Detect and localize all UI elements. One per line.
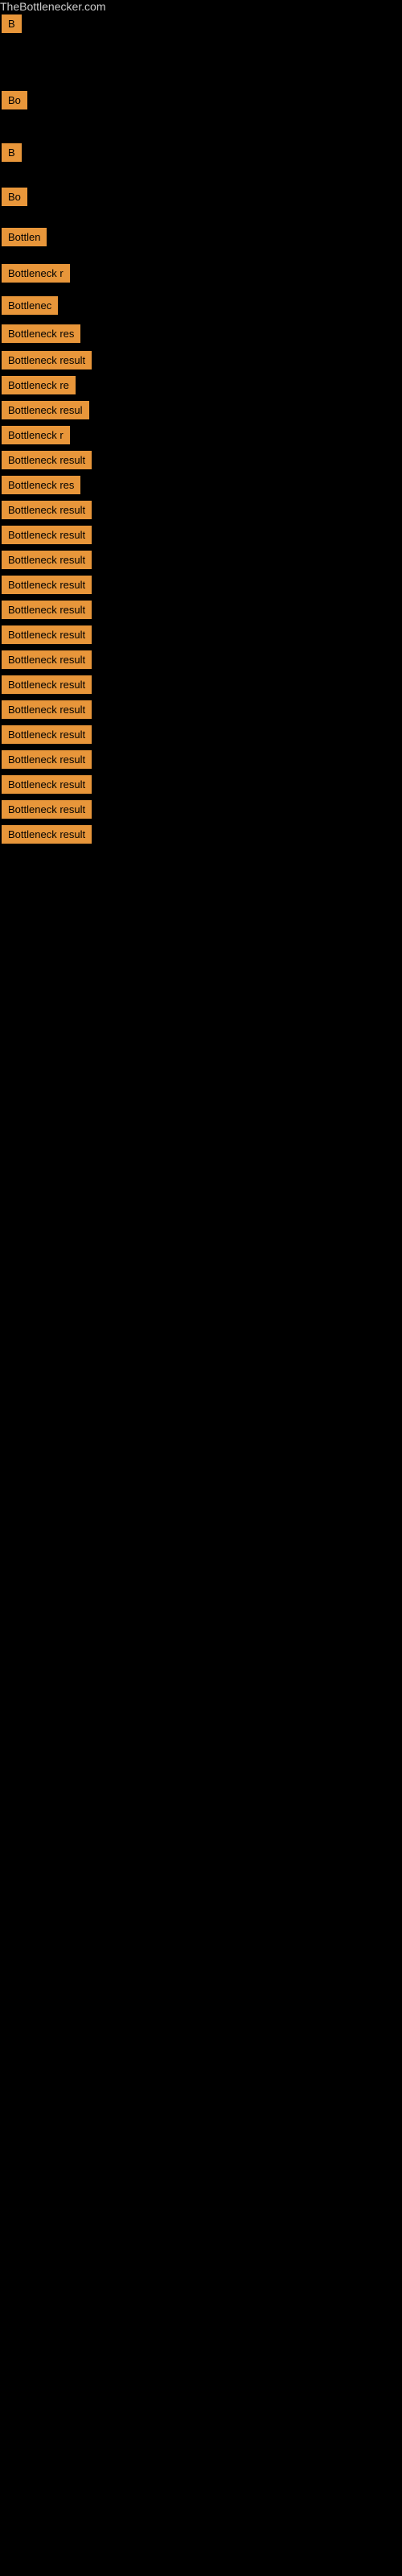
bottleneck-row-17: Bottleneck result xyxy=(0,501,402,521)
bottleneck-row-18: Bottleneck result xyxy=(0,526,402,546)
bottleneck-row-26: Bottleneck result xyxy=(0,725,402,745)
bottleneck-row-25: Bottleneck result xyxy=(0,700,402,720)
bottleneck-row-15: Bottleneck result xyxy=(0,451,402,471)
bottleneck-label-26: Bottleneck result xyxy=(2,725,92,744)
bottleneck-label-13: Bottleneck resul xyxy=(2,401,89,419)
bottleneck-row-24: Bottleneck result xyxy=(0,675,402,696)
bottleneck-row-20: Bottleneck result xyxy=(0,576,402,596)
bottleneck-label-4: Bo xyxy=(2,91,27,109)
bottleneck-label-9: Bottlenec xyxy=(2,296,58,315)
bottleneck-row-30: Bottleneck result xyxy=(0,825,402,845)
bottleneck-row-10: Bottleneck res xyxy=(0,324,402,345)
bottleneck-row-16: Bottleneck res xyxy=(0,476,402,496)
bottleneck-row-14: Bottleneck r xyxy=(0,426,402,446)
bottleneck-row-8: Bottleneck r xyxy=(0,264,402,284)
bottleneck-label-27: Bottleneck result xyxy=(2,750,92,769)
bottleneck-row-19: Bottleneck result xyxy=(0,551,402,571)
bottleneck-label-25: Bottleneck result xyxy=(2,700,92,719)
bottleneck-label-23: Bottleneck result xyxy=(2,650,92,669)
bottleneck-row-13: Bottleneck resul xyxy=(0,401,402,421)
bottleneck-label-11: Bottleneck result xyxy=(2,351,92,369)
bottleneck-row-27: Bottleneck result xyxy=(0,750,402,770)
bottleneck-label-16: Bottleneck res xyxy=(2,476,80,494)
bottleneck-row-9: Bottlenec xyxy=(0,296,402,316)
bottleneck-label-3: B xyxy=(2,14,22,33)
bottleneck-label-7: Bottlen xyxy=(2,228,47,246)
bottleneck-row-29: Bottleneck result xyxy=(0,800,402,820)
bottleneck-label-20: Bottleneck result xyxy=(2,576,92,594)
bottleneck-label-15: Bottleneck result xyxy=(2,451,92,469)
bottleneck-label-6: Bo xyxy=(2,188,27,206)
bottleneck-label-19: Bottleneck result xyxy=(2,551,92,569)
bottleneck-label-18: Bottleneck result xyxy=(2,526,92,544)
bottleneck-label-22: Bottleneck result xyxy=(2,625,92,644)
bottleneck-label-17: Bottleneck result xyxy=(2,501,92,519)
bottleneck-label-5: B xyxy=(2,143,22,162)
bottleneck-row-4: Bo xyxy=(0,91,402,111)
bottleneck-row-23: Bottleneck result xyxy=(0,650,402,671)
bottleneck-label-28: Bottleneck result xyxy=(2,775,92,794)
bottleneck-label-10: Bottleneck res xyxy=(2,324,80,343)
site-title-container: TheBottlenecker.com xyxy=(0,0,402,14)
bottleneck-row-6: Bo xyxy=(0,188,402,208)
bottleneck-row-3: B xyxy=(0,14,402,35)
bottleneck-row-7: Bottlen xyxy=(0,228,402,248)
bottleneck-label-14: Bottleneck r xyxy=(2,426,70,444)
bottleneck-label-8: Bottleneck r xyxy=(2,264,70,283)
bottleneck-label-29: Bottleneck result xyxy=(2,800,92,819)
bottleneck-label-30: Bottleneck result xyxy=(2,825,92,844)
bottleneck-row-5: B xyxy=(0,143,402,163)
bottleneck-label-12: Bottleneck re xyxy=(2,376,76,394)
bottleneck-label-24: Bottleneck result xyxy=(2,675,92,694)
bottleneck-row-22: Bottleneck result xyxy=(0,625,402,646)
site-title: TheBottlenecker.com xyxy=(0,0,106,16)
bottleneck-row-21: Bottleneck result xyxy=(0,601,402,621)
bottleneck-row-28: Bottleneck result xyxy=(0,775,402,795)
bottleneck-row-11: Bottleneck result xyxy=(0,351,402,371)
bottleneck-label-21: Bottleneck result xyxy=(2,601,92,619)
bottleneck-row-12: Bottleneck re xyxy=(0,376,402,396)
